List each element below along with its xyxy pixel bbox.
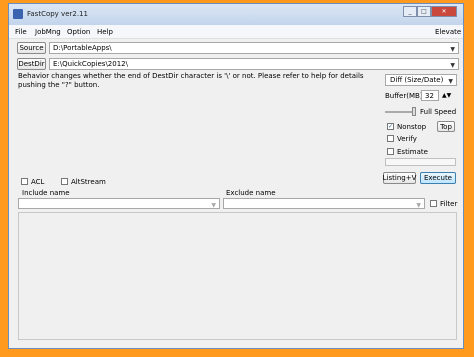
menu-file[interactable]: File <box>15 28 27 36</box>
source-path-input[interactable]: D:\PortableApps\ ▼ <box>49 42 459 54</box>
altstream-checkbox[interactable] <box>61 178 68 185</box>
include-name-input[interactable]: ▼ <box>18 198 220 209</box>
menu-help[interactable]: Help <box>97 28 113 36</box>
verify-label: Verify <box>397 135 417 143</box>
copy-mode-select[interactable]: Diff (Size/Date) ▼ <box>385 74 457 86</box>
buffer-value: 32 <box>425 92 434 100</box>
window-title: FastCopy ver2.11 <box>27 10 88 18</box>
verify-checkbox[interactable] <box>387 135 394 142</box>
menu-bar: File JobMng Option Help Elevate <box>9 25 463 39</box>
minimize-icon[interactable]: _ <box>403 6 417 17</box>
app-icon <box>13 9 23 19</box>
copy-mode-value: Diff (Size/Date) <box>390 76 444 84</box>
estimate-checkbox[interactable] <box>387 148 394 155</box>
destdir-path-value: E:\QuickCopies\2012\ <box>53 60 128 68</box>
execute-button[interactable]: Execute <box>420 172 456 184</box>
menu-option[interactable]: Option <box>67 28 90 36</box>
filter-checkbox[interactable] <box>430 200 437 207</box>
source-path-value: D:\PortableApps\ <box>53 44 112 52</box>
source-button[interactable]: Source <box>17 42 46 54</box>
log-panel[interactable] <box>18 212 457 340</box>
exclude-name-input[interactable]: ▼ <box>223 198 425 209</box>
include-name-label: Include name <box>22 189 70 197</box>
chevron-down-icon[interactable]: ▼ <box>211 201 216 211</box>
chevron-down-icon[interactable]: ▼ <box>416 201 421 211</box>
buffer-label: Buffer(MB) <box>385 92 423 100</box>
buffer-spinner-icon[interactable]: ▲▼ <box>442 92 451 99</box>
speed-label: Full Speed <box>420 108 457 116</box>
nonstop-checkbox[interactable]: ✓ <box>387 123 394 130</box>
destdir-button[interactable]: DestDir <box>17 58 46 70</box>
menu-elevate[interactable]: Elevate <box>435 28 461 36</box>
fastcopy-window: FastCopy ver2.11 _ □ ✕ File JobMng Optio… <box>8 3 464 349</box>
acl-label: ACL <box>31 178 45 186</box>
maximize-icon[interactable]: □ <box>417 6 431 17</box>
chevron-down-icon[interactable]: ▼ <box>450 61 455 71</box>
close-icon[interactable]: ✕ <box>431 6 457 17</box>
chevron-down-icon[interactable]: ▼ <box>450 45 455 55</box>
status-message: Behavior changes whether the end of Dest… <box>18 72 364 89</box>
buffer-input[interactable]: 32 <box>421 90 439 101</box>
top-button[interactable]: Top <box>437 121 455 132</box>
chevron-down-icon[interactable]: ▼ <box>448 77 453 87</box>
filter-label: Filter <box>440 200 458 208</box>
progress-bar <box>385 158 456 166</box>
altstream-label: AltStream <box>71 178 106 186</box>
exclude-name-label: Exclude name <box>226 189 276 197</box>
estimate-label: Estimate <box>397 148 428 156</box>
status-message-area: Behavior changes whether the end of Dest… <box>18 72 382 170</box>
title-bar[interactable]: FastCopy ver2.11 _ □ ✕ <box>9 4 463 25</box>
destdir-path-input[interactable]: E:\QuickCopies\2012\ ▼ <box>49 58 459 70</box>
speed-slider-thumb[interactable] <box>412 107 416 116</box>
nonstop-label: Nonstop <box>397 123 427 131</box>
listing-button[interactable]: Listing+V <box>383 172 416 184</box>
menu-jobmng[interactable]: JobMng <box>35 28 61 36</box>
acl-checkbox[interactable] <box>21 178 28 185</box>
